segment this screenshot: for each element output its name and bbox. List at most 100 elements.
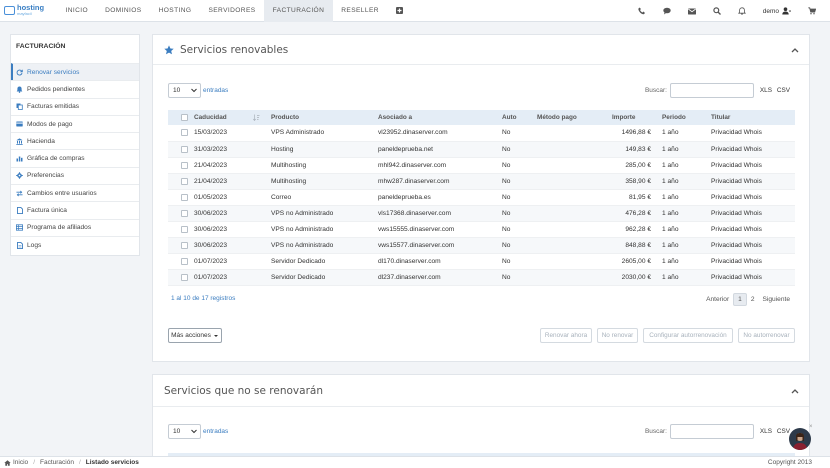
pagination-prev[interactable]: Anterior [702,294,733,305]
renew-now-button[interactable]: Renovar ahora [540,328,592,343]
table-row[interactable]: 01/07/2023 Servidor Dedicado dl170.dinaser… [168,253,795,269]
row-checkbox[interactable] [181,161,188,169]
cell-titular: Privacidad Whois [711,225,762,233]
row-checkbox[interactable] [181,177,188,185]
sidebar-item-pedidos-pendientes[interactable]: Pedidos pendientes [11,80,139,97]
column-header-titular[interactable]: Titular [708,110,795,125]
cell-asociado: mhw287.dinaserver.com [378,177,450,185]
cell-producto: VPS no Administrado [271,241,334,249]
table-row[interactable]: 01/05/2023 Correo paneldeprueba.es No 81,95 … [168,189,795,205]
support-chat-avatar[interactable] [789,428,811,450]
pagination-page-1[interactable]: 1 [733,293,747,306]
cell-caducidad: 15/03/2023 [194,129,228,137]
column-header-producto[interactable]: Producto [268,110,375,125]
nav-add-button[interactable] [387,0,411,22]
breadcrumb-inicio[interactable]: Inicio [13,459,28,466]
page-size-select[interactable]: 10 [168,424,201,439]
more-actions-button[interactable]: Más acciones [168,328,222,343]
cell-producto: VPS no Administrado [271,225,334,233]
sidebar-item-facturas-emitidas[interactable]: Facturas emitidas [11,97,139,115]
nav-servidores[interactable]: SERVIDORES [200,0,264,22]
row-checkbox[interactable] [181,225,188,233]
page-size-select[interactable]: 10 [168,83,201,98]
no-renew-button[interactable]: No renovar [597,328,638,343]
sidebar-item-hacienda[interactable]: Hacienda [11,132,139,149]
configure-autorenew-button[interactable]: Configurar autorrenovación [643,328,733,343]
table-row[interactable]: 31/03/2023 Hosting paneldeprueba.net No 149,… [168,141,795,157]
sidebar-item-label: Programa de afiliados [27,224,92,232]
table-row[interactable]: 30/06/2023 VPS no Administrado vws15555.di… [168,221,795,237]
pagination-page-2[interactable]: 2 [747,294,759,305]
document-icon [16,241,23,249]
row-select-cell[interactable] [168,269,191,285]
sidebar-item-programa-de-afiliados[interactable]: Programa de afiliados [11,218,139,236]
row-select-cell[interactable] [168,253,191,269]
export-csv-button[interactable]: CSV [775,84,792,97]
row-checkbox[interactable] [181,209,188,217]
row-select-cell[interactable] [168,141,191,157]
logo[interactable]: hosting mayfacil [0,0,52,22]
row-select-cell[interactable] [168,125,191,141]
chat-icon[interactable] [663,7,672,16]
table-row[interactable]: 30/06/2023 VPS no Administrado vws15577.di… [168,237,795,253]
row-select-cell[interactable] [168,221,191,237]
cell-caducidad: 01/07/2023 [194,257,228,265]
nav-facturacion[interactable]: FACTURACIÓN [264,0,333,22]
nav-hosting[interactable]: HOSTING [150,0,200,22]
row-select-cell[interactable] [168,205,191,221]
phone-icon[interactable] [638,7,647,16]
export-xls-button[interactable]: XLS [758,425,774,438]
table-row[interactable]: 21/04/2023 Multihosting mhl942.dinaserver.… [168,157,795,173]
cart-icon[interactable] [807,7,816,16]
sidebar-item-preferencias[interactable]: Preferencias [11,166,139,184]
search-icon[interactable] [713,7,722,16]
column-header-asociado[interactable]: Asociado a [375,110,499,125]
export-xls-button[interactable]: XLS [758,84,774,97]
column-header-metodo-pago[interactable]: Método pago [534,110,609,125]
sidebar-item-factura-unica[interactable]: Factura única [11,201,139,218]
row-select-cell[interactable] [168,173,191,189]
sidebar-item-logs[interactable]: Logs [11,235,139,253]
table-row[interactable]: 01/07/2023 Servidor Dedicado dl237.dinaser… [168,269,795,285]
sidebar-item-renovar-servicios[interactable]: Renovar servicios [11,63,139,81]
renewable-panel-header[interactable]: Servicios renovables [153,35,809,65]
column-header-periodo[interactable]: Periodo [659,110,708,125]
nav-dominios[interactable]: DOMINIOS [97,0,151,22]
select-all-checkbox[interactable] [181,114,188,121]
row-checkbox[interactable] [181,241,188,249]
chevron-up-icon[interactable] [791,47,799,53]
no-autorenew-button[interactable]: No autorrenovar [738,328,795,343]
sidebar-item-modos-de-pago[interactable]: Modos de pago [11,114,139,132]
column-header-importe[interactable]: Importe [609,110,659,125]
column-header-auto[interactable]: Auto [499,110,534,125]
row-select-cell[interactable] [168,237,191,253]
sidebar-item-cambios-entre-usuarios[interactable]: Cambios entre usuarios [11,184,139,201]
table-row[interactable]: 15/03/2023 VPS Administrado vl23952.dinase… [168,125,795,141]
nonrenewable-panel-header[interactable]: Servicios que no se renovarán [153,375,809,407]
envelope-icon[interactable] [688,7,697,16]
row-checkbox[interactable] [181,273,188,281]
pagination-next[interactable]: Siguiente [759,294,795,305]
breadcrumb-facturacion[interactable]: Facturación [40,459,74,466]
close-icon[interactable]: × [809,424,813,430]
page-size-value: 10 [173,428,181,435]
bell-icon[interactable] [738,7,747,16]
nav-inicio[interactable]: INICIO [57,0,97,22]
table-row[interactable]: 30/06/2023 VPS no Administrado vls17368.di… [168,205,795,221]
row-select-cell[interactable] [168,157,191,173]
search-input[interactable] [670,424,754,439]
nav-reseller[interactable]: RESELLER [333,0,388,22]
table-row[interactable]: 21/04/2023 Multihosting mhw287.dinaserver.… [168,173,795,189]
sidebar-item-grafica-de-compras[interactable]: Gráfica de compras [11,149,139,166]
search-input[interactable] [670,83,754,98]
row-select-cell[interactable] [168,189,191,205]
select-all-header[interactable] [168,110,191,125]
row-checkbox[interactable] [181,129,188,137]
chevron-up-icon[interactable] [791,388,799,394]
row-checkbox[interactable] [181,145,188,153]
column-header-caducidad[interactable]: Caducidad [191,110,268,125]
row-checkbox[interactable] [181,193,188,201]
renewable-services-panel: Servicios renovables 10 entradas Buscar:… [152,34,810,362]
row-checkbox[interactable] [181,257,188,265]
user-menu[interactable]: demo [763,7,791,15]
